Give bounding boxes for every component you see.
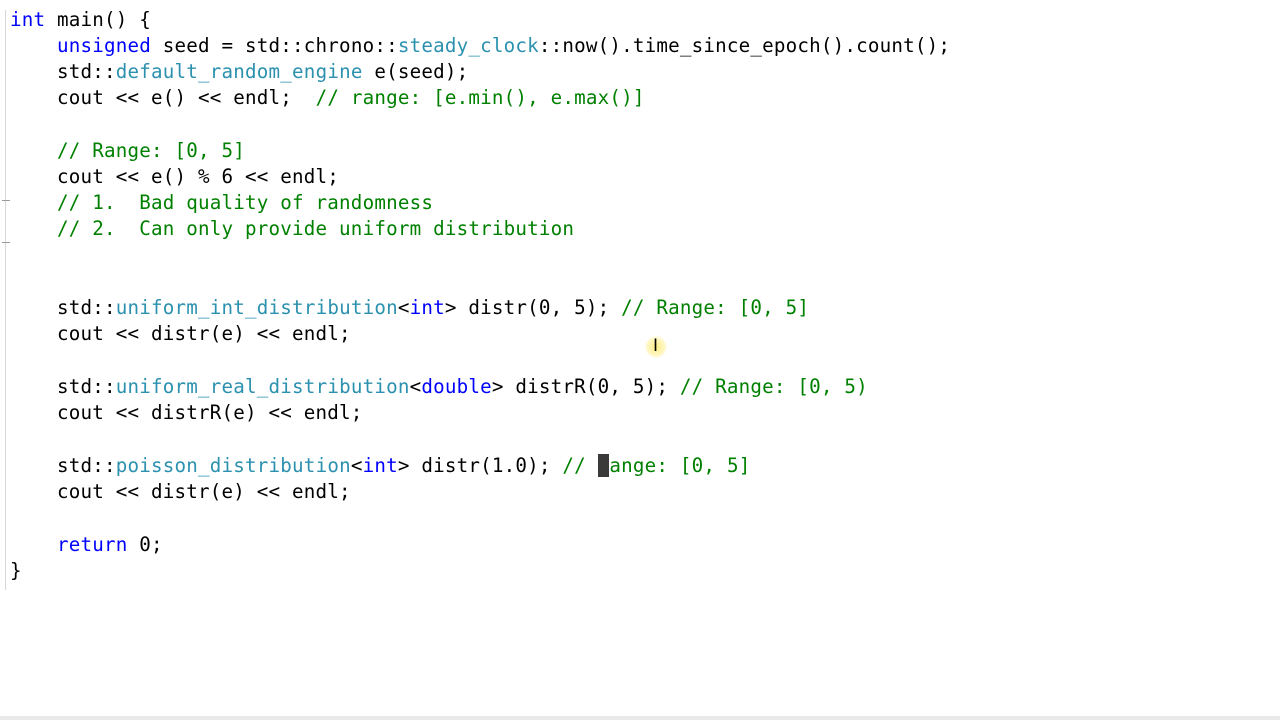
code-line[interactable]: cout << e() % 6 << endl; bbox=[10, 165, 339, 189]
code-token: std:: bbox=[10, 375, 116, 398]
code-token: cout << distr(e) << endl; bbox=[10, 322, 351, 345]
collapse-marker[interactable] bbox=[2, 200, 10, 201]
code-line[interactable]: // Range: [0, 5] bbox=[10, 139, 245, 163]
code-token: // Range: [0, 5) bbox=[679, 375, 868, 398]
code-token: double bbox=[421, 375, 492, 398]
code-token: uniform_int_distribution bbox=[115, 296, 398, 319]
code-token: } bbox=[10, 559, 22, 582]
code-token: 0; bbox=[127, 533, 163, 556]
code-token: int bbox=[409, 296, 445, 319]
code-token: // range: [e.min(), e.max()] bbox=[315, 86, 645, 109]
code-token: < bbox=[409, 375, 422, 398]
i-beam-glyph: I bbox=[653, 336, 659, 356]
code-token: > distrR(0, 5); bbox=[491, 375, 680, 398]
code-token: poisson_distribution bbox=[115, 454, 351, 477]
code-line[interactable]: unsigned seed = std::chrono::steady_cloc… bbox=[10, 34, 950, 58]
code-token: // Range: [0, 5] bbox=[621, 296, 810, 319]
code-token: cout << distr(e) << endl; bbox=[10, 480, 351, 503]
code-token: steady_clock bbox=[397, 34, 539, 57]
code-token: cout << distrR(e) << endl; bbox=[10, 401, 363, 424]
code-line[interactable]: // 2. Can only provide uniform distribut… bbox=[10, 217, 574, 241]
code-token: std:: bbox=[10, 296, 116, 319]
bottom-edge bbox=[0, 716, 1280, 720]
code-token: cout << e() << endl; bbox=[10, 86, 316, 109]
code-token: // Range: [0, 5] bbox=[57, 139, 246, 162]
code-line[interactable]: cout << distr(e) << endl; bbox=[10, 322, 351, 346]
code-token: return bbox=[57, 533, 128, 556]
outline-margin bbox=[2, 10, 10, 600]
text-caret: R bbox=[597, 454, 610, 477]
code-token: uniform_real_distribution bbox=[115, 375, 410, 398]
code-line[interactable]: cout << e() << endl; // range: [e.min(),… bbox=[10, 86, 645, 110]
code-token: unsigned bbox=[57, 34, 152, 57]
code-editor[interactable]: int main() { unsigned seed = std::chrono… bbox=[0, 0, 1280, 716]
code-token: e(seed); bbox=[362, 60, 469, 83]
code-line[interactable]: std::uniform_int_distribution<int> distr… bbox=[10, 296, 809, 320]
code-token: // bbox=[562, 454, 598, 477]
code-token: int bbox=[362, 454, 398, 477]
code-token: // 2. Can only provide uniform distribut… bbox=[57, 217, 575, 240]
code-token: // 1. Bad quality of randomness bbox=[57, 191, 434, 214]
code-line[interactable]: std::poisson_distribution<int> distr(1.0… bbox=[10, 454, 750, 478]
code-line[interactable]: std::uniform_real_distribution<double> d… bbox=[10, 375, 868, 399]
code-line[interactable]: } bbox=[10, 559, 22, 583]
code-line[interactable]: int main() { bbox=[10, 8, 151, 32]
code-token: default_random_engine bbox=[115, 60, 363, 83]
code-token: ange: [0, 5] bbox=[609, 454, 751, 477]
code-token: int bbox=[10, 8, 46, 31]
code-line[interactable]: cout << distr(e) << endl; bbox=[10, 480, 351, 504]
code-token: > distr(1.0); bbox=[397, 454, 563, 477]
code-line[interactable]: std::default_random_engine e(seed); bbox=[10, 60, 468, 84]
code-token: ::now().time_since_epoch().count(); bbox=[538, 34, 951, 57]
code-token: < bbox=[397, 296, 410, 319]
outline-guide bbox=[5, 10, 6, 590]
code-token: std:: bbox=[10, 60, 116, 83]
code-line[interactable]: return 0; bbox=[10, 533, 163, 557]
code-token: cout << e() % 6 << endl; bbox=[10, 165, 340, 188]
i-beam-cursor-icon: I bbox=[645, 336, 667, 358]
code-token: std:: bbox=[10, 454, 116, 477]
code-token: main() { bbox=[45, 8, 152, 31]
collapse-marker[interactable] bbox=[2, 242, 10, 243]
code-token: seed = std::chrono:: bbox=[151, 34, 398, 57]
code-line[interactable]: cout << distrR(e) << endl; bbox=[10, 401, 363, 425]
code-token: < bbox=[350, 454, 363, 477]
code-token: > distr(0, 5); bbox=[444, 296, 622, 319]
code-line[interactable]: // 1. Bad quality of randomness bbox=[10, 191, 433, 215]
